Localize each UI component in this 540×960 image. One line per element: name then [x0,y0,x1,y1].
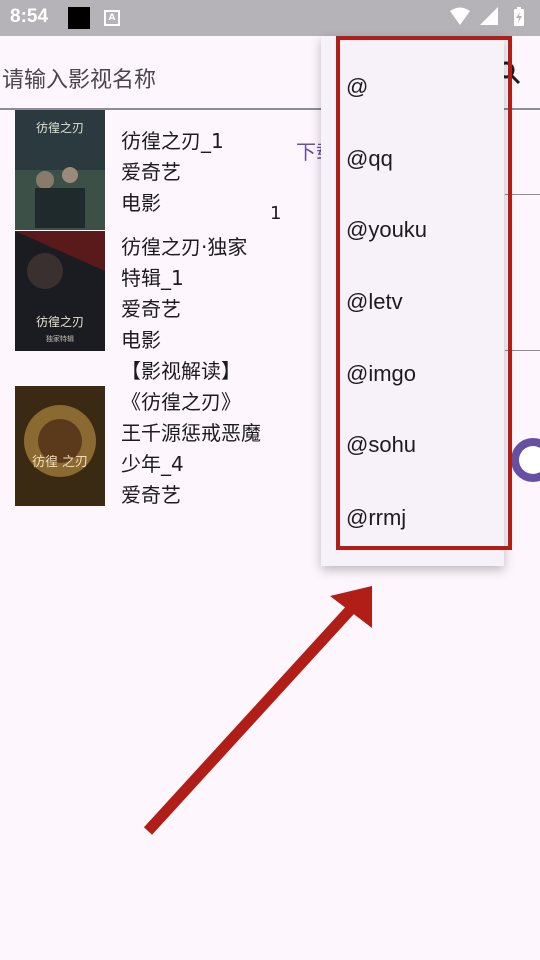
status-time: 8:54 [10,6,49,27]
svg-text:之刃: 之刃 [62,455,88,470]
status-bar: 8:54 A [0,0,540,36]
movie-poster: 彷徨之刃 [15,110,105,230]
result-title: 彷徨之刃_1 [121,129,224,153]
movie-poster: 彷徨 之刃 [15,386,105,506]
result-title-line-2: 特辑_1 [121,266,184,290]
svg-text:彷徨之刃: 彷徨之刃 [36,314,84,329]
svg-text:彷徨之刃: 彷徨之刃 [36,120,84,135]
search-input[interactable]: 请输入影视名称 [2,62,156,94]
result-title-line-1: 【影视解读】 [121,359,241,383]
result-info: 【影视解读】 《彷徨之刃》 王千源惩戒恶魔 少年_4 爱奇艺 [121,356,291,511]
wifi-icon [450,7,470,25]
svg-text:彷徨: 彷徨 [32,454,58,470]
result-count: 1 [270,203,282,224]
svg-text:独家特辑: 独家特辑 [46,334,74,343]
result-title-line-4: 少年_4 [121,452,184,476]
status-icons [450,7,530,33]
highlight-box [336,36,512,550]
square-icon [68,7,90,29]
result-source: 爱奇艺 [121,160,181,184]
result-title-line-1: 彷徨之刃·独家 [121,235,248,259]
result-title-line-2: 《彷徨之刃》 [121,390,241,414]
result-source: 爱奇艺 [121,483,181,507]
signal-icon [480,7,498,25]
battery-icon [514,7,524,26]
result-title-line-3: 王千源惩戒恶魔 [121,421,261,445]
result-type: 电影 [121,191,161,215]
a-icon: A [104,10,120,26]
movie-poster: 彷徨之刃 独家特辑 [15,231,105,351]
result-info: 彷徨之刃·独家 特辑_1 爱奇艺 电影 [121,232,291,356]
result-info: 彷徨之刃_1 爱奇艺 电影 [121,126,291,219]
result-type: 电影 [121,328,161,352]
result-source: 爱奇艺 [121,297,181,321]
